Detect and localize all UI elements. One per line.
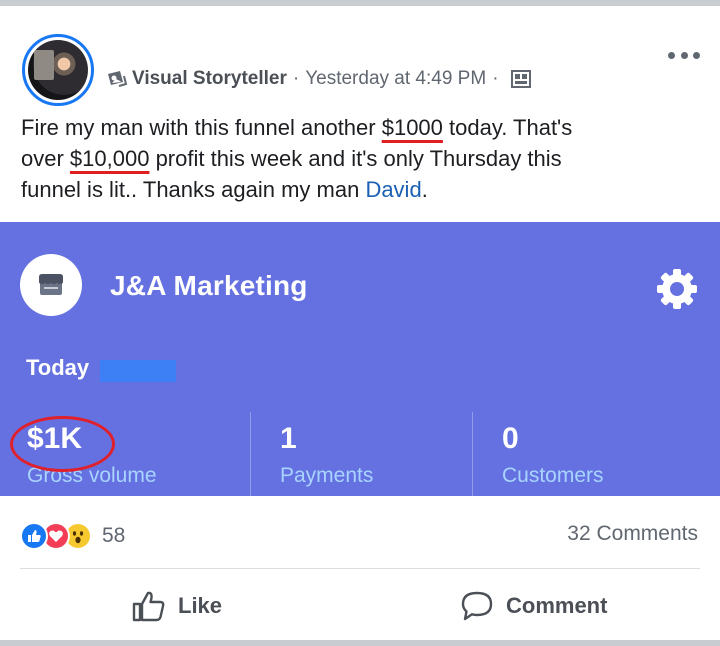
comment-icon	[461, 591, 493, 621]
bottom-divider-strip	[0, 640, 720, 646]
page-name-link[interactable]: Visual Storyteller	[132, 68, 287, 90]
page-icon	[106, 70, 128, 88]
post-text-line-3: funnel is lit.. Thanks again my man Davi…	[21, 177, 428, 202]
stat-payments: 1 Payments	[280, 422, 373, 488]
post-text: Fire my man with this funnel another $10…	[21, 112, 701, 205]
amount-10000: $10,000	[69, 146, 150, 171]
stat-divider	[250, 412, 251, 496]
stat-label: Payments	[280, 464, 374, 487]
comment-label: Comment	[506, 593, 608, 618]
like-label: Like	[178, 593, 223, 618]
avatar[interactable]	[22, 34, 94, 106]
stat-label: Customers	[502, 464, 604, 487]
period-label: Today	[26, 355, 90, 380]
comments-count-link[interactable]: 32 Comments	[567, 522, 698, 546]
meta-separator-2: ·	[492, 68, 499, 89]
stat-value: 0	[502, 422, 519, 455]
audience-icon	[510, 70, 531, 88]
highlight-circle	[10, 416, 115, 472]
comment-button[interactable]: Comment	[460, 586, 607, 626]
post-timestamp[interactable]: Yesterday at 4:49 PM	[305, 68, 486, 90]
reaction-count: 58	[102, 524, 126, 547]
meta-separator: ·	[292, 68, 300, 89]
store-icon	[20, 254, 82, 316]
stat-value: 1	[280, 422, 297, 455]
mention-link[interactable]: David	[365, 177, 421, 202]
avatar-photo	[28, 40, 88, 100]
post-text-line-2: over $10,000 profit this week and it's o…	[21, 146, 562, 171]
like-button[interactable]: Like	[132, 586, 222, 626]
stat-customers: 0 Customers	[502, 422, 604, 488]
business-name: J&A Marketing	[110, 270, 308, 301]
post-meta: Visual Storyteller · Yesterday at 4:49 P…	[106, 66, 531, 92]
gear-icon[interactable]	[654, 266, 700, 312]
reactions-summary[interactable]: 58	[20, 520, 125, 552]
amount-1000: $1000	[381, 115, 443, 140]
stat-divider	[472, 412, 473, 496]
stats-card: J&A Marketing Today $1K Gross volume 1 P…	[0, 222, 720, 496]
like-reaction-icon	[20, 522, 48, 550]
actions-divider	[20, 568, 700, 569]
more-icon[interactable]	[668, 50, 700, 60]
post-text-line-1: Fire my man with this funnel another $10…	[21, 115, 573, 140]
redaction-box	[100, 360, 176, 382]
thumbs-up-icon	[132, 591, 165, 622]
